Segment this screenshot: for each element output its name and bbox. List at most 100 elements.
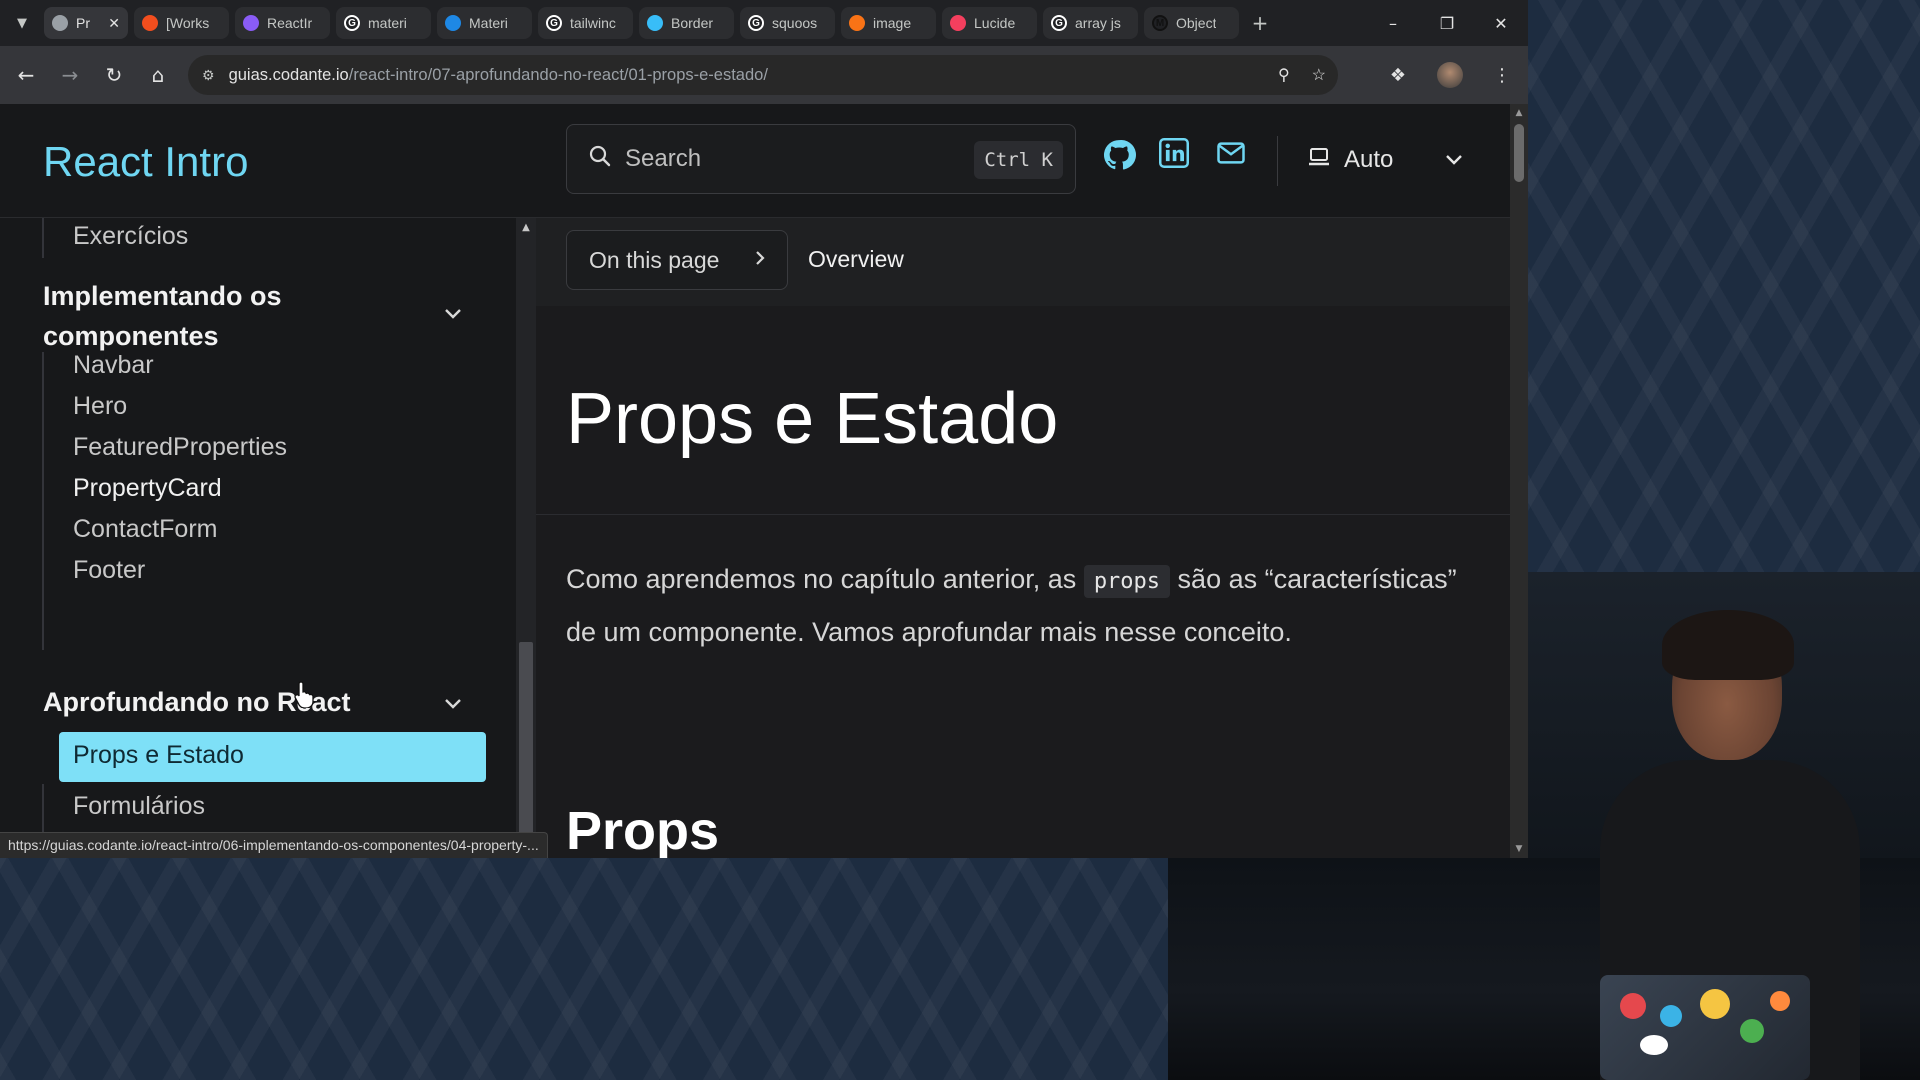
browser-tab[interactable]: image [841, 7, 936, 39]
search-placeholder: Search [625, 145, 702, 172]
tab-favicon-icon [647, 15, 663, 31]
laptop-icon [1308, 146, 1330, 174]
tab-title: image [873, 15, 912, 31]
close-icon[interactable]: ✕ [108, 15, 120, 32]
reload-button[interactable]: ↻ [92, 53, 136, 97]
scroll-down-icon[interactable]: ▼ [1510, 842, 1528, 856]
toc-bar: On this page Overview [536, 218, 1510, 306]
profile-button[interactable] [1424, 62, 1476, 88]
close-window-button[interactable]: ✕ [1474, 0, 1528, 46]
title-divider [536, 514, 1510, 515]
on-this-page-button[interactable]: On this page [566, 230, 788, 290]
laptop-sticker [1640, 1035, 1668, 1055]
sidebar-item-navbar[interactable]: Navbar [73, 351, 154, 380]
address-bar[interactable]: ⚙ guias.codante.io/react-intro/07-aprofu… [188, 55, 1338, 95]
sidebar-item-footer[interactable]: Footer [73, 556, 145, 585]
sidebar-item-hero[interactable]: Hero [73, 392, 127, 421]
intro-paragraph: Como aprendemos no capítulo anterior, as… [566, 554, 1466, 657]
scroll-up-icon[interactable]: ▲ [1510, 106, 1528, 120]
main-content: On this page Overview Props e Estado Com… [536, 218, 1510, 858]
github-icon[interactable] [1102, 138, 1138, 174]
nav-rail [42, 218, 44, 258]
search-shortcut: Ctrl K [974, 141, 1063, 179]
arrow-left-icon: ← [17, 63, 35, 87]
tab-title: tailwinc [570, 15, 616, 31]
chevron-down-icon[interactable] [444, 694, 462, 715]
sidebar-item-contactform[interactable]: ContactForm [73, 515, 217, 544]
sidebar-item-formularios[interactable]: Formulários [73, 792, 205, 821]
tab-favicon-icon: M [1152, 15, 1168, 31]
laptop-sticker [1700, 989, 1730, 1019]
section-heading-props: Props [566, 801, 720, 858]
sidebar-item-exercicios[interactable]: Exercícios [73, 222, 188, 251]
link-status-bubble: https://guias.codante.io/react-intro/06-… [0, 832, 548, 858]
chevron-down-icon[interactable] [444, 304, 462, 325]
tab-favicon-icon [142, 15, 158, 31]
tab-favicon-icon [849, 15, 865, 31]
browser-tab[interactable]: Border [639, 7, 734, 39]
site-title[interactable]: React Intro [43, 138, 248, 186]
minimize-button[interactable]: – [1366, 0, 1420, 46]
browser-tab[interactable]: M Object [1144, 7, 1239, 39]
url-host: guias.codante.io [228, 65, 349, 84]
site-info-icon[interactable]: ⚙ [202, 67, 215, 84]
plus-icon: + [1251, 11, 1269, 35]
forward-button[interactable]: → [48, 53, 92, 97]
tab-title: materi [368, 15, 407, 31]
scroll-up-icon[interactable]: ▲ [516, 222, 536, 233]
tab-favicon-icon [445, 15, 461, 31]
browser-tab[interactable]: Pr ✕ [44, 7, 128, 39]
tab-favicon-icon: G [1051, 15, 1067, 31]
bookmark-star-icon[interactable]: ☆ [1312, 65, 1326, 85]
avatar [1437, 62, 1463, 88]
zoom-icon[interactable]: ⚲ [1278, 65, 1290, 85]
extensions-icon[interactable]: ❖ [1372, 65, 1424, 86]
page-scrollbar[interactable]: ▲ ▼ [1510, 104, 1528, 858]
browser-tab[interactable]: Garray js [1043, 7, 1138, 39]
sidebar-group-implementando[interactable]: Implementando os componentes [43, 276, 463, 356]
tab-favicon-icon [243, 15, 259, 31]
home-button[interactable]: ⌂ [136, 53, 180, 97]
browser-tab[interactable]: Materi [437, 7, 532, 39]
page-scroll-thumb[interactable] [1514, 124, 1524, 182]
mail-icon[interactable] [1216, 138, 1252, 174]
browser-tab[interactable]: ReactIr [235, 7, 330, 39]
sidebar-item-props-e-estado[interactable]: Props e Estado [59, 732, 486, 782]
tab-title: Lucide [974, 15, 1016, 31]
browser-tab[interactable]: Gsquoos [740, 7, 835, 39]
tab-list: Pr ✕ [Works ReactIr Gmateri Materi Gtailwinc Bo… [44, 7, 1245, 39]
tab-title: array js [1075, 15, 1121, 31]
page-title: Props e Estado [566, 379, 1059, 459]
sidebar-scrollbar[interactable]: ▲ [516, 218, 536, 858]
browser-tab[interactable]: Lucide [942, 7, 1037, 39]
theme-select[interactable]: Auto [1308, 142, 1463, 178]
sidebar-item-propertycard[interactable]: PropertyCard [73, 474, 222, 503]
nav-rail [42, 352, 44, 650]
arrow-right-icon: → [61, 63, 79, 87]
back-button[interactable]: ← [4, 53, 48, 97]
browser-tab[interactable]: Gtailwinc [538, 7, 633, 39]
tab-title: Pr [76, 15, 90, 31]
sidebar-item-featuredproperties[interactable]: FeaturedProperties [73, 433, 287, 462]
toolbar-actions: ❖ ⋮ [1372, 46, 1528, 104]
tab-search-button[interactable]: ▼ [0, 0, 44, 46]
sidebar-group-aprofundando[interactable]: Aprofundando no React [43, 682, 463, 722]
sidebar-scroll-thumb[interactable] [519, 642, 533, 852]
laptop-sticker [1740, 1019, 1764, 1043]
browser-tab[interactable]: [Works [134, 7, 229, 39]
linkedin-icon[interactable] [1159, 138, 1195, 174]
close-icon: ✕ [1494, 13, 1508, 33]
laptop-sticker [1620, 993, 1646, 1019]
browser-tab[interactable]: Gmateri [336, 7, 431, 39]
new-tab-button[interactable]: + [1245, 8, 1275, 38]
tab-title: Border [671, 15, 714, 31]
tab-title: Materi [469, 15, 508, 31]
intro-text-1: Como aprendemos no capítulo anterior, as [566, 564, 1084, 594]
menu-icon[interactable]: ⋮ [1476, 65, 1528, 86]
restore-button[interactable]: ❐ [1420, 0, 1474, 46]
inline-code: props [1083, 565, 1171, 598]
search-input[interactable]: Search Ctrl K [566, 124, 1076, 194]
site-header: React Intro Search Ctrl K Auto [0, 104, 1510, 218]
tab-favicon-icon: G [748, 15, 764, 31]
hand-cursor-icon [294, 681, 314, 708]
